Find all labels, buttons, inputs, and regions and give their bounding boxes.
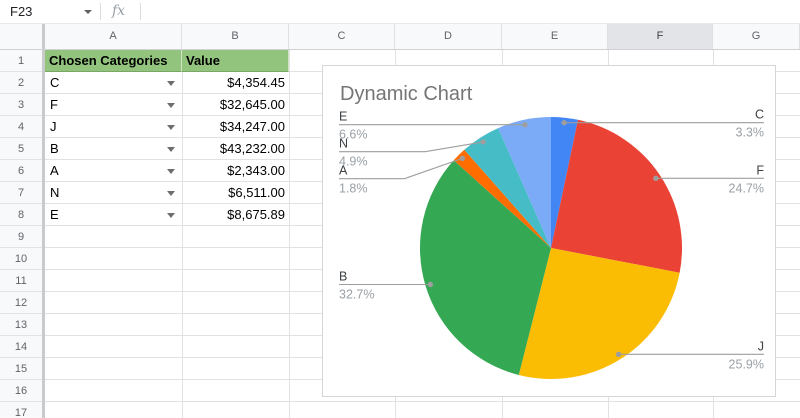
sheet-header-cell[interactable]: Chosen Categories: [45, 50, 182, 72]
category-cell[interactable]: A: [45, 160, 182, 182]
label-leader-line: [339, 141, 484, 153]
row-header-11[interactable]: 11: [0, 270, 42, 292]
dropdown-caret-icon[interactable]: [167, 147, 175, 152]
row-numbers: 1 2 3 4 5 6 7 8 9 10 11 12 13 14 15 16 17: [0, 50, 45, 418]
leader-dot: [427, 281, 434, 288]
slice-percent-C: 3.3%: [736, 126, 765, 140]
slice-label-A: A: [339, 164, 348, 178]
category-value: F: [50, 97, 58, 112]
value-cell[interactable]: $43,232.00: [182, 138, 289, 160]
leader-dot: [615, 351, 622, 357]
row-header-3[interactable]: 3: [0, 94, 42, 116]
category-cell[interactable]: F: [45, 94, 182, 116]
slice-label-C: C: [755, 108, 764, 122]
value-cell[interactable]: $2,343.00: [182, 160, 289, 182]
function-icon: fx: [112, 3, 126, 19]
value-cell[interactable]: $8,675.89: [182, 204, 289, 226]
name-box[interactable]: F23: [0, 0, 100, 23]
slice-label-E: E: [339, 110, 347, 124]
row-header-6[interactable]: 6: [0, 160, 42, 182]
row-header-9[interactable]: 9: [0, 226, 42, 248]
category-cell[interactable]: J: [45, 116, 182, 138]
row-header-16[interactable]: 16: [0, 380, 42, 402]
name-box-value: F23: [10, 4, 33, 19]
gridline: [289, 50, 290, 418]
row-header-17[interactable]: 17: [0, 402, 42, 418]
slice-percent-J: 25.9%: [729, 357, 764, 371]
google-sheets-app: F23 fx ABCDEFG 1 2 3 4 5 6 7 8 9 10 11 12 13 14 15 16 17…: [0, 0, 800, 418]
slice-percent-A: 1.8%: [339, 182, 368, 196]
leader-dot: [480, 139, 486, 145]
row-header-8[interactable]: 8: [0, 204, 42, 226]
value-cell[interactable]: $4,354.45: [182, 72, 289, 94]
value-cell[interactable]: $34,247.00: [182, 116, 289, 138]
row-header-2[interactable]: 2: [0, 72, 42, 94]
dropdown-caret-icon[interactable]: [167, 169, 175, 174]
chevron-down-icon[interactable]: [84, 10, 92, 14]
divider: [100, 3, 101, 20]
category-cell[interactable]: C: [45, 72, 182, 94]
pie-chart: Dynamic ChartE6.6%N4.9%A1.8%B32.7%C3.3%F…: [339, 83, 765, 380]
column-header-G[interactable]: G: [713, 24, 800, 49]
dropdown-caret-icon[interactable]: [167, 213, 175, 218]
chart-title: Dynamic Chart: [340, 83, 473, 105]
row-header-13[interactable]: 13: [0, 314, 42, 336]
column-header-B[interactable]: B: [182, 24, 289, 49]
chart[interactable]: Dynamic Chart E 6.6% N 4.9% A 1.8% B 32.7% C 3.3% F…: [322, 65, 776, 397]
leader-dot: [522, 122, 528, 128]
row-header-5[interactable]: 5: [0, 138, 42, 160]
column-headers: ABCDEFG: [0, 24, 800, 50]
select-all-corner[interactable]: [0, 24, 45, 49]
row-header-15[interactable]: 15: [0, 358, 42, 380]
sheet-header-cell[interactable]: Value: [182, 50, 289, 72]
slice-label-J: J: [758, 339, 764, 353]
column-header-D[interactable]: D: [395, 24, 502, 49]
column-header-A[interactable]: A: [45, 24, 182, 49]
slice-label-N: N: [339, 137, 348, 151]
formula-bar: F23 fx: [0, 0, 800, 24]
slice-percent-F: 24.7%: [729, 181, 764, 195]
slice-label-B: B: [339, 270, 347, 284]
row-header-7[interactable]: 7: [0, 182, 42, 204]
formula-input[interactable]: [150, 0, 800, 23]
dropdown-caret-icon[interactable]: [167, 103, 175, 108]
category-value: N: [50, 185, 60, 200]
leader-dot: [561, 120, 567, 126]
slice-label-F: F: [756, 163, 764, 177]
category-value: E: [50, 207, 59, 222]
category-cell[interactable]: B: [45, 138, 182, 160]
category-value: C: [50, 75, 60, 90]
category-value: B: [50, 141, 59, 156]
row-header-1[interactable]: 1: [0, 50, 42, 72]
divider: [140, 3, 141, 20]
category-cell[interactable]: N: [45, 182, 182, 204]
category-cell[interactable]: E: [45, 204, 182, 226]
row-header-10[interactable]: 10: [0, 248, 42, 270]
dropdown-caret-icon[interactable]: [167, 191, 175, 196]
category-value: J: [50, 119, 57, 134]
value-cell[interactable]: $32,645.00: [182, 94, 289, 116]
row-header-4[interactable]: 4: [0, 116, 42, 138]
slice-percent-B: 32.7%: [339, 288, 374, 302]
row-header-14[interactable]: 14: [0, 336, 42, 358]
column-header-E[interactable]: E: [502, 24, 608, 49]
leader-dot: [653, 175, 659, 181]
value-cell[interactable]: $6,511.00: [182, 182, 289, 204]
category-value: A: [50, 163, 59, 178]
dropdown-caret-icon[interactable]: [167, 81, 175, 86]
leader-dot: [459, 155, 466, 162]
dropdown-caret-icon[interactable]: [167, 125, 175, 130]
column-header-F[interactable]: F: [608, 24, 713, 49]
row-header-12[interactable]: 12: [0, 292, 42, 314]
column-header-C[interactable]: C: [289, 24, 395, 49]
